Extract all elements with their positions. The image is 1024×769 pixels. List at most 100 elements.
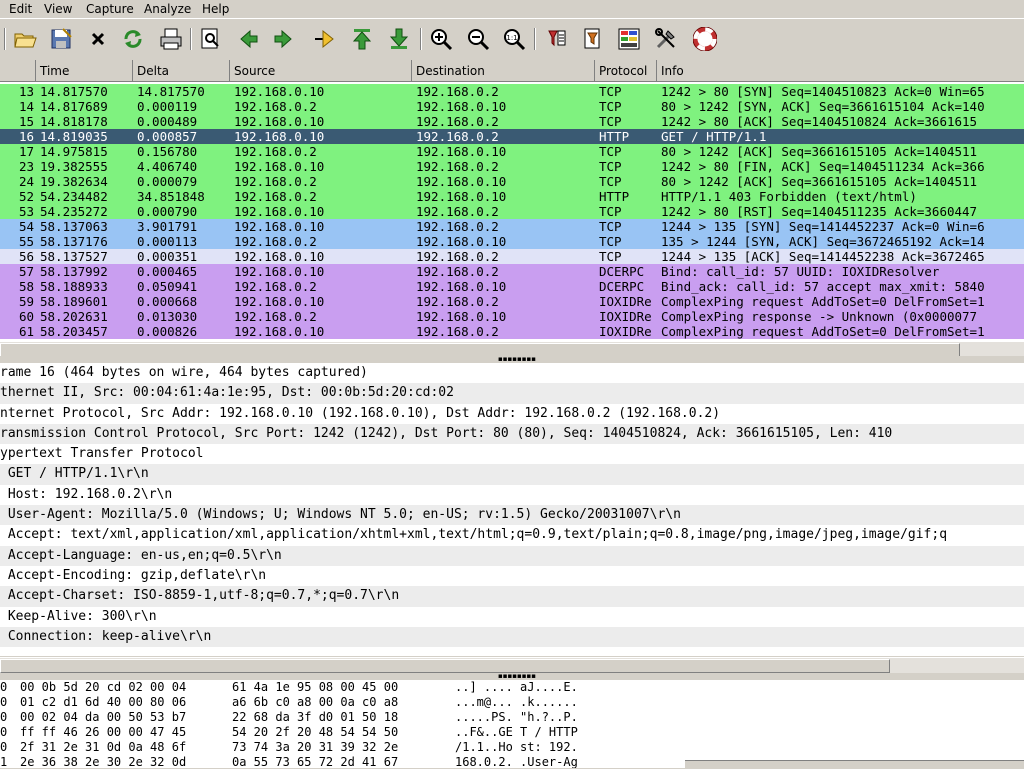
packet-info: 135 > 1244 [SYN, ACK] Seq=3672465192 Ack… [661, 234, 985, 249]
help-icon[interactable] [692, 26, 718, 52]
packet-row[interactable]: 16 14.819035 0.000857 192.168.0.10 192.168.0… [0, 129, 1024, 144]
packet-protocol: TCP [599, 174, 622, 189]
packet-row[interactable]: 23 19.382555 4.406740 192.168.0.10 192.168.0… [0, 159, 1024, 174]
packet-source: 192.168.0.2 [234, 99, 317, 114]
detail-tree-item[interactable]: GET / HTTP/1.1\r\n [0, 464, 1024, 485]
packet-delta: 34.851848 [137, 189, 205, 204]
close-icon[interactable] [85, 26, 111, 52]
packet-row[interactable]: 60 58.202631 0.013030 192.168.0.2 192.168.0.… [0, 309, 1024, 324]
column-header-protocol[interactable]: Protocol [595, 60, 657, 82]
column-header-no[interactable] [0, 60, 36, 82]
detail-tree-item[interactable]: Connection: keep-alive\r\n [0, 626, 1024, 648]
bytes-row[interactable]: 0 ff ff 46 26 00 00 47 45 54 20 2f 20 48 5… [0, 725, 1024, 740]
packet-time: 19.382634 [40, 174, 108, 189]
detail-tree-item[interactable]: Accept: text/xml,application/xml,applica… [0, 525, 1024, 546]
packet-delta: 0.000119 [137, 99, 198, 114]
column-header-source[interactable]: Source [230, 60, 412, 82]
detail-tree-item[interactable]: ypertext Transfer Protocol [0, 444, 1024, 465]
goto-icon[interactable] [312, 26, 338, 52]
packet-details-hscroll-thumb[interactable] [0, 659, 890, 673]
packet-row[interactable]: 56 58.137527 0.000351 192.168.0.10 192.168.0… [0, 249, 1024, 264]
packet-source: 192.168.0.2 [234, 144, 317, 159]
coloring-icon[interactable] [616, 26, 642, 52]
zoom-in-icon[interactable] [428, 26, 454, 52]
packet-row[interactable]: 54 58.137063 3.901791 192.168.0.10 192.168.0… [0, 219, 1024, 234]
packet-destination: 192.168.0.10 [416, 99, 507, 114]
find-icon[interactable] [198, 26, 224, 52]
display-filter-icon[interactable] [580, 26, 606, 52]
save-icon[interactable] [48, 26, 74, 52]
last-icon[interactable] [386, 26, 412, 52]
zoom-out-icon[interactable] [465, 26, 491, 52]
packet-row[interactable]: 17 14.975815 0.156780 192.168.0.2 192.168.0.… [0, 144, 1024, 159]
preferences-icon[interactable] [653, 26, 679, 52]
menu-edit[interactable]: Edit [9, 2, 32, 16]
packet-row[interactable]: 13 14.817570 14.817570 192.168.0.10 192.168.… [0, 84, 1024, 99]
packet-destination: 192.168.0.10 [416, 309, 507, 324]
bytes-row[interactable]: 0 00 02 04 da 00 50 53 b7 22 68 da 3f d0 0… [0, 710, 1024, 725]
detail-tree-item[interactable]: Accept-Charset: ISO-8859-1,utf-8;q=0.7,*… [0, 586, 1024, 607]
packet-source: 192.168.0.10 [234, 204, 325, 219]
packet-no: 23 [18, 159, 34, 174]
packet-row[interactable]: 14 14.817689 0.000119 192.168.0.2 192.168.0.… [0, 99, 1024, 114]
menu-analyze[interactable]: Analyze [144, 2, 191, 16]
packet-row[interactable]: 59 58.189601 0.000668 192.168.0.10 192.168.0… [0, 294, 1024, 309]
column-header-destination[interactable]: Destination [412, 60, 595, 82]
menu-help[interactable]: Help [202, 2, 229, 16]
detail-tree-item[interactable]: ransmission Control Protocol, Src Port: … [0, 423, 1024, 445]
packet-time: 14.819035 [40, 129, 108, 144]
bytes-offset: 0 [0, 680, 8, 694]
bytes-row[interactable]: 0 01 c2 d1 6d 40 00 80 06 a6 6b c0 a8 00 0… [0, 695, 1024, 710]
detail-tree-item[interactable]: nternet Protocol, Src Addr: 192.168.0.10… [0, 403, 1024, 424]
detail-tree-item[interactable]: Keep-Alive: 300\r\n [0, 606, 1024, 627]
detail-tree-item[interactable]: Accept-Encoding: gzip,deflate\r\n [0, 565, 1024, 587]
packet-protocol: TCP [599, 144, 622, 159]
packet-protocol: IOXIDRe [599, 294, 652, 309]
pane-splitter-bottom[interactable]: ▪▪▪▪▪▪▪▪ [0, 673, 1024, 680]
detail-tree-item[interactable]: Host: 192.168.0.2\r\n [0, 484, 1024, 506]
menu-view[interactable]: View [44, 2, 72, 16]
bytes-row[interactable]: 0 00 0b 5d 20 cd 02 00 04 61 4a 1e 95 08 0… [0, 680, 1024, 695]
pane-splitter-top[interactable]: ▪▪▪▪▪▪▪▪ [0, 356, 1024, 363]
packet-source: 192.168.0.2 [234, 279, 317, 294]
packet-list-hscroll-thumb[interactable] [0, 343, 960, 357]
packet-info: 1244 > 135 [SYN] Seq=1414452237 Ack=0 Wi… [661, 219, 985, 234]
packet-source: 192.168.0.10 [234, 159, 325, 174]
column-header-delta[interactable]: Delta [133, 60, 230, 82]
packet-protocol: HTTP [599, 189, 630, 204]
detail-tree-item[interactable]: Accept-Language: en-us,en;q=0.5\r\n [0, 545, 1024, 566]
packet-row[interactable]: 15 14.818178 0.000489 192.168.0.10 192.168.0… [0, 114, 1024, 129]
capture-filter-icon[interactable] [544, 26, 570, 52]
reload-icon[interactable] [120, 26, 146, 52]
packet-delta: 4.406740 [137, 159, 198, 174]
packet-info: HTTP/1.1 403 Forbidden (text/html) [661, 189, 917, 204]
print-icon[interactable] [158, 26, 184, 52]
bytes-row[interactable]: 0 2f 31 2e 31 0d 0a 48 6f 73 74 3a 20 31 3… [0, 740, 1024, 755]
packet-row[interactable]: 58 58.188933 0.050941 192.168.0.2 192.168.0.… [0, 279, 1024, 294]
open-icon[interactable] [12, 26, 38, 52]
column-header-time[interactable]: Time [36, 60, 133, 82]
detail-tree-item[interactable]: rame 16 (464 bytes on wire, 464 bytes ca… [0, 363, 1024, 384]
column-header-info[interactable]: Info [657, 60, 1024, 82]
first-icon[interactable] [349, 26, 375, 52]
packet-row[interactable]: 57 58.137992 0.000465 192.168.0.10 192.168.0… [0, 264, 1024, 279]
packet-row[interactable]: 52 54.234482 34.851848 192.168.0.2 192.168.0… [0, 189, 1024, 204]
packet-row[interactable]: 55 58.137176 0.000113 192.168.0.2 192.168.0.… [0, 234, 1024, 249]
packet-row[interactable]: 53 54.235272 0.000790 192.168.0.10 192.168.0… [0, 204, 1024, 219]
packet-info: Bind: call_id: 57 UUID: IOXIDResolver [661, 264, 940, 279]
packet-protocol: TCP [599, 249, 622, 264]
packet-details-hscrollbar[interactable] [0, 657, 1024, 673]
back-icon[interactable] [236, 26, 262, 52]
packet-delta: 0.000079 [137, 174, 198, 189]
packet-time: 58.137063 [40, 219, 108, 234]
bytes-hex: 54 20 2f 20 48 54 54 50 [232, 725, 399, 739]
menu-capture[interactable]: Capture [86, 2, 134, 16]
packet-row[interactable]: 61 58.203457 0.000826 192.168.0.10 192.168.0… [0, 324, 1024, 339]
detail-tree-item[interactable]: User-Agent: Mozilla/5.0 (Windows; U; Win… [0, 505, 1024, 526]
zoom-normal-icon[interactable]: 1:1 [501, 26, 527, 52]
bytes-ascii: 168.0.2. .User-Ag [455, 755, 578, 768]
forward-icon[interactable] [270, 26, 296, 52]
packet-row[interactable]: 24 19.382634 0.000079 192.168.0.2 192.168.0.… [0, 174, 1024, 189]
detail-tree-item[interactable]: thernet II, Src: 00:04:61:4a:1e:95, Dst:… [0, 383, 1024, 404]
packet-info: 1242 > 80 [FIN, ACK] Seq=1404511234 Ack=… [661, 159, 985, 174]
